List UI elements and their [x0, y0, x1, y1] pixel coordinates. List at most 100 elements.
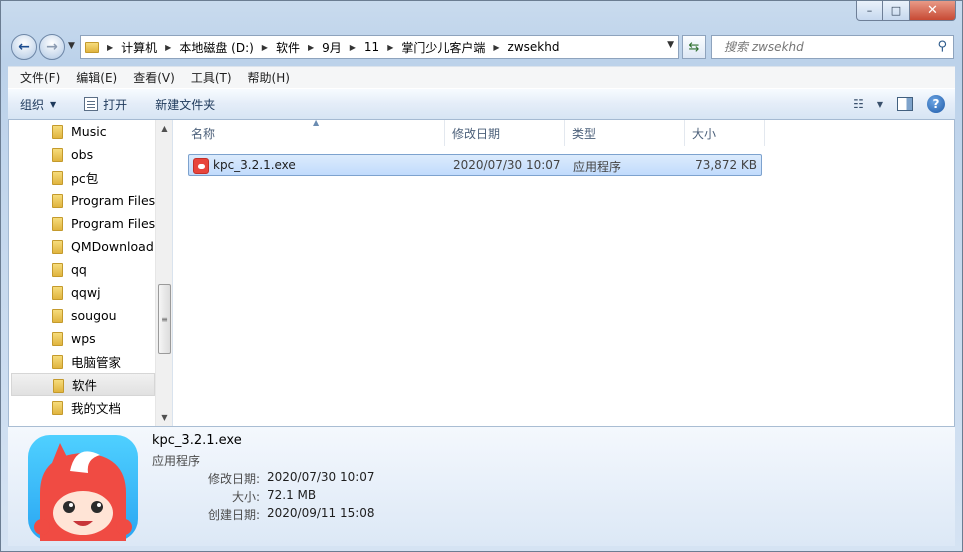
scroll-down-icon[interactable]: ▼ [156, 409, 173, 426]
details-size-label: 大小: [231, 490, 260, 504]
tree-item[interactable]: QMDownload [11, 235, 155, 258]
breadcrumb-computer[interactable]: 计算机 [121, 39, 157, 56]
forward-arrow-icon: → [46, 39, 58, 55]
breadcrumb-drive-d[interactable]: 本地磁盘 (D:) [179, 39, 253, 56]
menu-help[interactable]: 帮助(H) [240, 69, 298, 86]
search-box[interactable]: ⚲ [711, 35, 954, 59]
file-modified: 2020/07/30 10:07 [453, 158, 561, 172]
details-modified-value: 2020/07/30 10:07 [267, 470, 375, 484]
details-file-name: kpc_3.2.1.exe [152, 433, 242, 448]
navigation-pane-scrollbar[interactable]: ▲ ≡ ▼ [155, 120, 172, 426]
organize-label: 组织 [20, 97, 45, 112]
column-header-modified[interactable]: 修改日期 [445, 120, 565, 146]
tree-item-label: pc包 [71, 171, 99, 186]
tree-item[interactable]: 我的文档 [11, 396, 155, 419]
menu-edit[interactable]: 编辑(E) [68, 69, 125, 86]
content-area: Music obs pc包 Program Files Program Files QMD… [8, 118, 955, 426]
folder-icon [52, 171, 63, 185]
tree-item-label: 软件 [72, 378, 98, 393]
tree-item[interactable]: 软件 [11, 373, 155, 396]
refresh-icon: ⇆ [688, 39, 700, 55]
column-header-type[interactable]: 类型 [565, 120, 685, 146]
breadcrumb-zwsekhd[interactable]: zwsekhd [508, 40, 560, 54]
tree-item[interactable]: qqwj [11, 281, 155, 304]
address-bar[interactable]: ▶ 计算机 ▶ 本地磁盘 (D:) ▶ 软件 ▶ 9月 ▶ 11 ▶ 掌门少儿客… [80, 35, 679, 59]
recent-pages-dropdown[interactable]: ▼ [68, 41, 75, 51]
tree-item-label: qqwj [71, 285, 101, 300]
breadcrumb-separator-icon[interactable]: ▶ [350, 43, 356, 52]
pane-splitter[interactable] [172, 120, 173, 426]
tree-item[interactable]: wps [11, 327, 155, 350]
details-size-value: 72.1 MB [267, 488, 317, 502]
tree-item[interactable]: obs [11, 143, 155, 166]
chevron-down-icon: ▼ [50, 99, 57, 109]
help-icon[interactable]: ? [927, 95, 945, 113]
column-header-size[interactable]: 大小 [685, 120, 765, 146]
command-bar: 组织 ▼ 打开 新建文件夹 ☷ ▼ ? [8, 88, 955, 120]
column-header-name[interactable]: ▲ 名称 [174, 118, 445, 146]
folder-icon [52, 194, 63, 208]
folder-icon [85, 41, 99, 53]
kpc-app-large-icon [28, 435, 138, 541]
back-arrow-icon: ← [18, 39, 30, 55]
window-controls: – □ ✕ [856, 1, 956, 21]
tree-item-label: 我的文档 [71, 401, 122, 416]
new-folder-button[interactable]: 新建文件夹 [137, 96, 225, 113]
search-input[interactable] [722, 39, 922, 55]
view-options-dropdown-icon[interactable]: ▼ [877, 100, 883, 109]
tree-item-label: wps [71, 331, 96, 346]
address-history-dropdown-icon[interactable]: ▼ [667, 40, 674, 50]
maximize-button[interactable]: □ [883, 1, 910, 21]
folder-icon [52, 401, 63, 415]
back-button[interactable]: ← [11, 34, 37, 60]
forward-button[interactable]: → [39, 34, 65, 60]
breadcrumb-separator-icon[interactable]: ▶ [493, 43, 499, 52]
minimize-button[interactable]: – [856, 1, 883, 21]
tree-item[interactable]: Program Files [11, 212, 155, 235]
tree-item[interactable]: sougou [11, 304, 155, 327]
breadcrumb-11[interactable]: 11 [364, 40, 379, 54]
tree-item[interactable]: 电脑管家 [11, 350, 155, 373]
open-button[interactable]: 打开 [66, 96, 137, 113]
menu-bar: 文件(F) 编辑(E) 查看(V) 工具(T) 帮助(H) [8, 66, 955, 88]
change-view-icon[interactable]: ☷ [853, 97, 864, 111]
tree-item-label: qq [71, 262, 87, 277]
file-type: 应用程序 [573, 160, 622, 174]
tree-item[interactable]: qq [11, 258, 155, 281]
breadcrumb-separator-icon[interactable]: ▶ [262, 43, 268, 52]
breadcrumb-separator-icon[interactable]: ▶ [165, 43, 171, 52]
folder-icon [52, 355, 63, 369]
refresh-button[interactable]: ⇆ [682, 35, 706, 59]
breadcrumb-separator-icon[interactable]: ▶ [387, 43, 393, 52]
file-size: 73,872 KB [695, 158, 757, 172]
search-icon[interactable]: ⚲ [937, 39, 947, 54]
folder-icon [52, 332, 63, 346]
breadcrumb-september[interactable]: 9月 [322, 39, 342, 56]
scroll-up-icon[interactable]: ▲ [156, 120, 173, 137]
breadcrumb-software[interactable]: 软件 [276, 39, 300, 56]
close-button[interactable]: ✕ [910, 1, 956, 21]
tree-item[interactable]: pc包 [11, 166, 155, 189]
new-folder-label: 新建文件夹 [155, 97, 216, 112]
menu-tools[interactable]: 工具(T) [183, 69, 240, 86]
scrollbar-thumb[interactable]: ≡ [158, 284, 171, 354]
details-created-label: 创建日期: [207, 508, 260, 522]
details-file-type: 应用程序 [152, 454, 201, 468]
menu-file[interactable]: 文件(F) [12, 69, 68, 86]
tree-item[interactable]: Program Files [11, 189, 155, 212]
open-program-icon [84, 97, 99, 111]
organize-button[interactable]: 组织 ▼ [8, 96, 66, 113]
tree-item-label: sougou [71, 308, 117, 323]
breadcrumb-separator-icon[interactable]: ▶ [308, 43, 314, 52]
preview-pane-icon[interactable] [897, 97, 913, 111]
breadcrumb-separator-icon[interactable]: ▶ [107, 43, 113, 52]
folder-icon [53, 379, 64, 393]
column-name-label: 名称 [191, 126, 216, 141]
details-pane: kpc_3.2.1.exe 应用程序 修改日期: 2020/07/30 10:0… [8, 426, 955, 546]
folder-icon [52, 309, 63, 323]
file-name: kpc_3.2.1.exe [213, 158, 296, 172]
file-row[interactable]: kpc_3.2.1.exe 2020/07/30 10:07 应用程序 73,8… [188, 154, 762, 176]
breadcrumb-client[interactable]: 掌门少儿客户端 [401, 39, 485, 56]
menu-view[interactable]: 查看(V) [125, 69, 183, 86]
tree-item[interactable]: Music [11, 120, 155, 143]
